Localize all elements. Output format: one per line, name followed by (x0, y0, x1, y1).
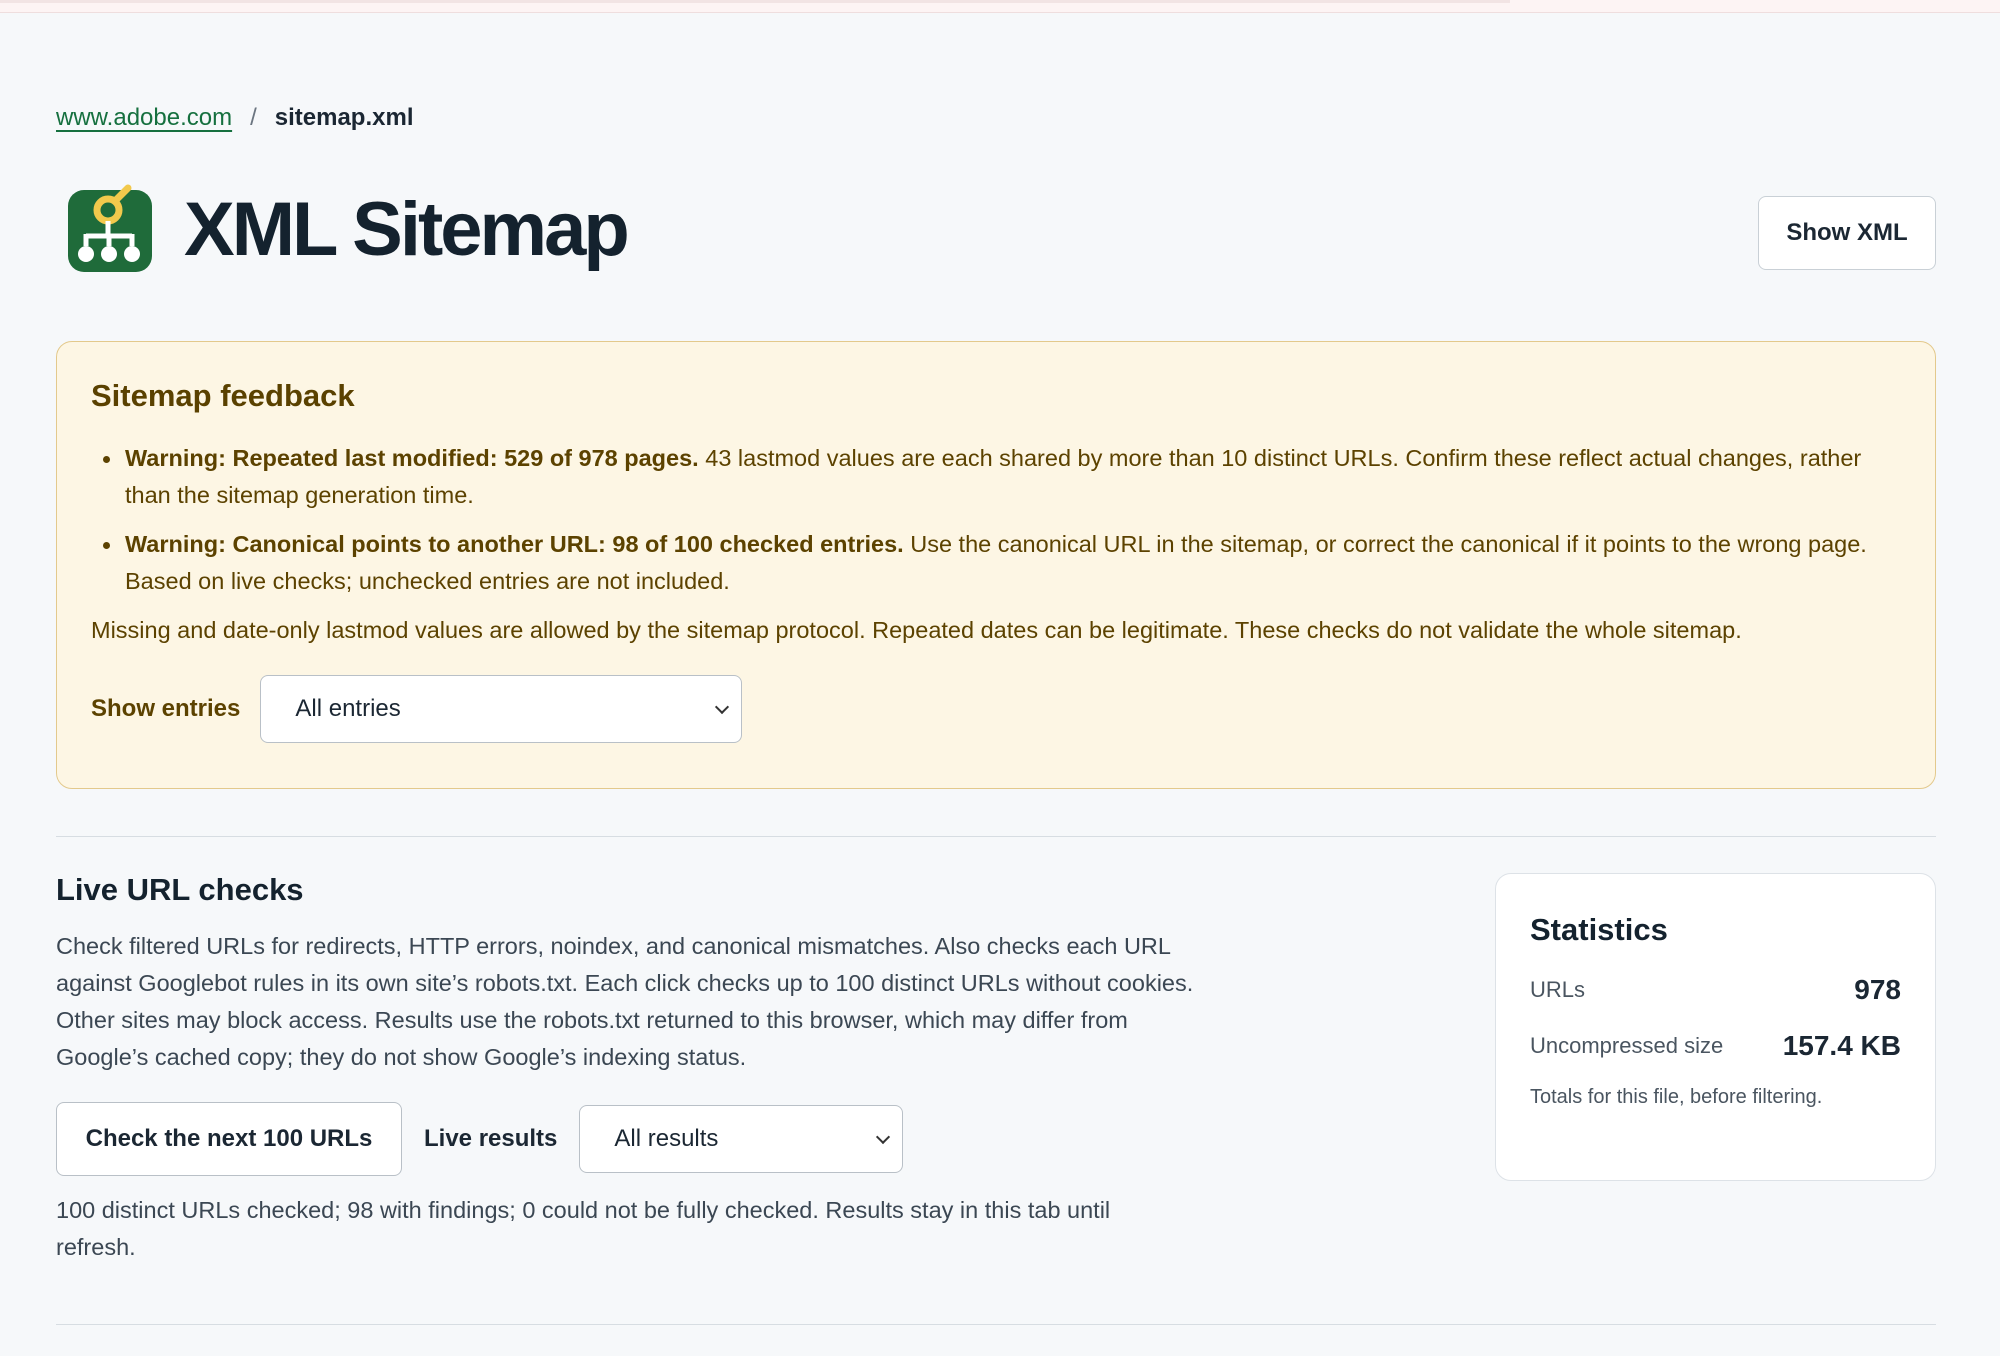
show-entries-select[interactable]: All entries (260, 675, 743, 743)
title-row: XML Sitemap Show XML (56, 176, 1936, 286)
stat-value: 157.4 KB (1782, 1030, 1901, 1061)
show-xml-button[interactable]: Show XML (1758, 196, 1936, 270)
warning-item: Warning: Repeated last modified: 529 of … (91, 440, 1901, 514)
warning-list: Warning: Repeated last modified: 529 of … (91, 440, 1901, 600)
stat-key: Uncompressed size (1530, 1033, 1724, 1058)
stat-row-urls: URLs 978 (1530, 974, 1901, 1006)
page-load-progress (0, 0, 1510, 3)
live-checks-description: Check filtered URLs for redirects, HTTP … (56, 933, 1194, 1070)
live-results-label: Live results (424, 1125, 558, 1152)
breadcrumb-current: sitemap.xml (274, 104, 414, 131)
feedback-note: Missing and date-only lastmod values are… (91, 617, 1742, 643)
chevron-down-icon (876, 1129, 891, 1145)
statistics-card: Statistics URLs 978 Uncompressed size 15… (1495, 873, 1936, 1181)
top-bar (0, 0, 2000, 13)
feedback-title: Sitemap feedback (91, 378, 355, 413)
live-results-select[interactable]: All results (579, 1105, 904, 1173)
live-checks-actions: Check the next 100 URLs Live results All… (56, 1102, 1196, 1176)
stat-key: URLs (1530, 977, 1586, 1002)
breadcrumb-separator: / (250, 104, 257, 131)
page-title: XML Sitemap (184, 187, 630, 272)
chevron-down-icon (715, 699, 730, 715)
statistics-title: Statistics (1530, 912, 1668, 947)
sitemap-feedback-panel: Sitemap feedback Warning: Repeated last … (56, 341, 1936, 789)
section-divider (56, 836, 1936, 837)
live-checks-title: Live URL checks (56, 872, 304, 907)
show-entries-label: Show entries (91, 695, 241, 722)
show-entries-value: All entries (295, 695, 401, 722)
warning-item: Warning: Canonical points to another URL… (91, 526, 1901, 600)
warning-heading: Warning: Repeated last modified: 529 of … (125, 445, 699, 471)
breadcrumb: www.adobe.com / sitemap.xml (56, 104, 414, 132)
live-url-checks: Live URL checks Check filtered URLs for … (56, 872, 1196, 1266)
live-results-value: All results (614, 1125, 719, 1152)
live-checks-status: 100 distinct URLs checked; 98 with findi… (56, 1197, 1111, 1260)
stat-value: 978 (1854, 974, 1901, 1005)
warning-heading: Warning: Canonical points to another URL… (125, 531, 904, 557)
section-divider (56, 1324, 1936, 1325)
statistics-footer: Totals for this file, before filtering. (1530, 1086, 1823, 1108)
check-next-urls-button[interactable]: Check the next 100 URLs (56, 1102, 402, 1176)
stat-row-size: Uncompressed size 157.4 KB (1530, 1030, 1901, 1062)
show-entries-row: Show entries All entries (91, 675, 1901, 743)
breadcrumb-site-link[interactable]: www.adobe.com (56, 104, 232, 132)
sitemap-logo-icon (68, 184, 152, 272)
